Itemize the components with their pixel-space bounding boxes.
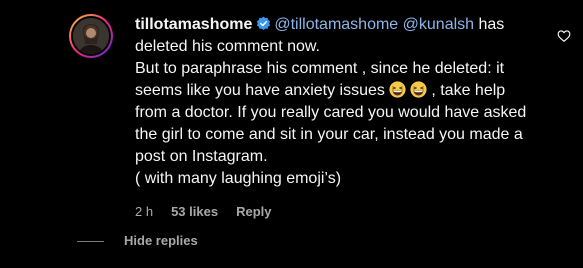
mention-other[interactable]: @kunalsh [403, 16, 474, 33]
replies-divider [77, 241, 104, 242]
mention-self[interactable]: @tillotamashome [274, 16, 398, 33]
comment: tillotamashome @tillotamashome @kunalsh … [0, 0, 583, 268]
comment-likes[interactable]: 53 likes [171, 204, 218, 219]
comment-meta: 2 h 53 likes Reply [135, 204, 271, 219]
comment-time[interactable]: 2 h [135, 204, 153, 219]
comment-body: tillotamashome @tillotamashome @kunalsh … [135, 14, 535, 190]
comment-username[interactable]: tillotamashome [135, 16, 252, 33]
verified-badge-icon [257, 16, 271, 31]
grinning-squinting-face-icon [389, 81, 406, 98]
reply-button[interactable]: Reply [236, 204, 271, 219]
heart-outline-icon[interactable] [557, 29, 571, 43]
comment-text-4: ( with many laughing emoji’s) [135, 170, 342, 187]
avatar-image [71, 16, 111, 56]
grinning-squinting-face-icon [410, 81, 427, 98]
hide-replies-button[interactable]: Hide replies [124, 233, 198, 248]
avatar[interactable] [69, 14, 113, 58]
